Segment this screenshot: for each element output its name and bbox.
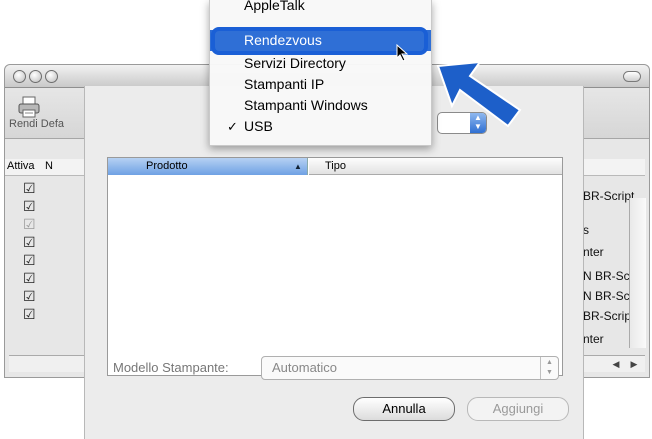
add-button: Aggiungi [467,397,569,421]
column-type-label: Tipo [325,160,346,172]
pointer-arrow-icon [436,60,522,128]
minimize-window-button[interactable] [29,70,42,83]
active-checkbox[interactable]: ☑ [23,181,36,195]
printer-kind-text: nter [583,332,604,346]
menu-item-appletalk[interactable]: AppleTalk [210,0,431,16]
column-attiva[interactable]: Attiva [7,160,35,172]
active-checkbox[interactable]: ☑ [23,235,36,249]
printer-kind-text: BR-Script [583,189,635,203]
printer-kind-text: nter [583,245,604,259]
cancel-button[interactable]: Annulla [353,397,455,421]
scroll-left-icon[interactable]: ◀ [613,359,620,370]
active-checkbox[interactable]: ☑ [23,217,36,231]
column-name[interactable]: N [45,160,53,172]
active-checkbox[interactable]: ☑ [23,289,36,303]
model-value: Automatico [272,360,338,375]
active-checkbox[interactable]: ☑ [23,199,36,213]
printer-icon[interactable] [17,96,41,118]
scroll-right-icon[interactable]: ▶ [631,359,638,370]
model-label: Modello Stampante: [113,360,229,375]
vertical-scrollbar[interactable] [629,198,646,348]
printer-table[interactable]: Prodotto ▲ Tipo [107,157,563,376]
menu-item-stampanti-ip[interactable]: Stampanti IP [210,74,431,95]
make-default-label[interactable]: Rendi Defa [9,118,64,130]
select-stepper-icon: ▲ ▼ [540,357,558,379]
model-select: Automatico ▲ ▼ [261,356,559,380]
close-window-button[interactable] [13,70,26,83]
mouse-cursor-icon [396,44,409,62]
menu-item-stampanti-windows[interactable]: Stampanti Windows [210,95,431,116]
menu-item-usb[interactable]: ✓ USB [210,116,431,137]
active-checkbox[interactable]: ☑ [23,307,36,321]
column-header-product[interactable]: Prodotto [108,158,308,175]
menu-item-usb-label: USB [244,118,273,134]
column-header-type[interactable]: Tipo [309,158,562,175]
column-product-label: Prodotto [146,160,188,172]
sort-arrow-icon: ▲ [294,162,302,171]
active-checkbox[interactable]: ☑ [23,271,36,285]
connection-type-menu: AppleTalk Rendezvous Servizi Directory S… [209,0,432,146]
toolbar-toggle-button[interactable] [623,71,641,82]
checkmark-icon: ✓ [227,119,238,134]
active-checkbox[interactable]: ☑ [23,253,36,267]
printer-kind-text: BR-Script [583,309,635,323]
zoom-window-button[interactable] [45,70,58,83]
